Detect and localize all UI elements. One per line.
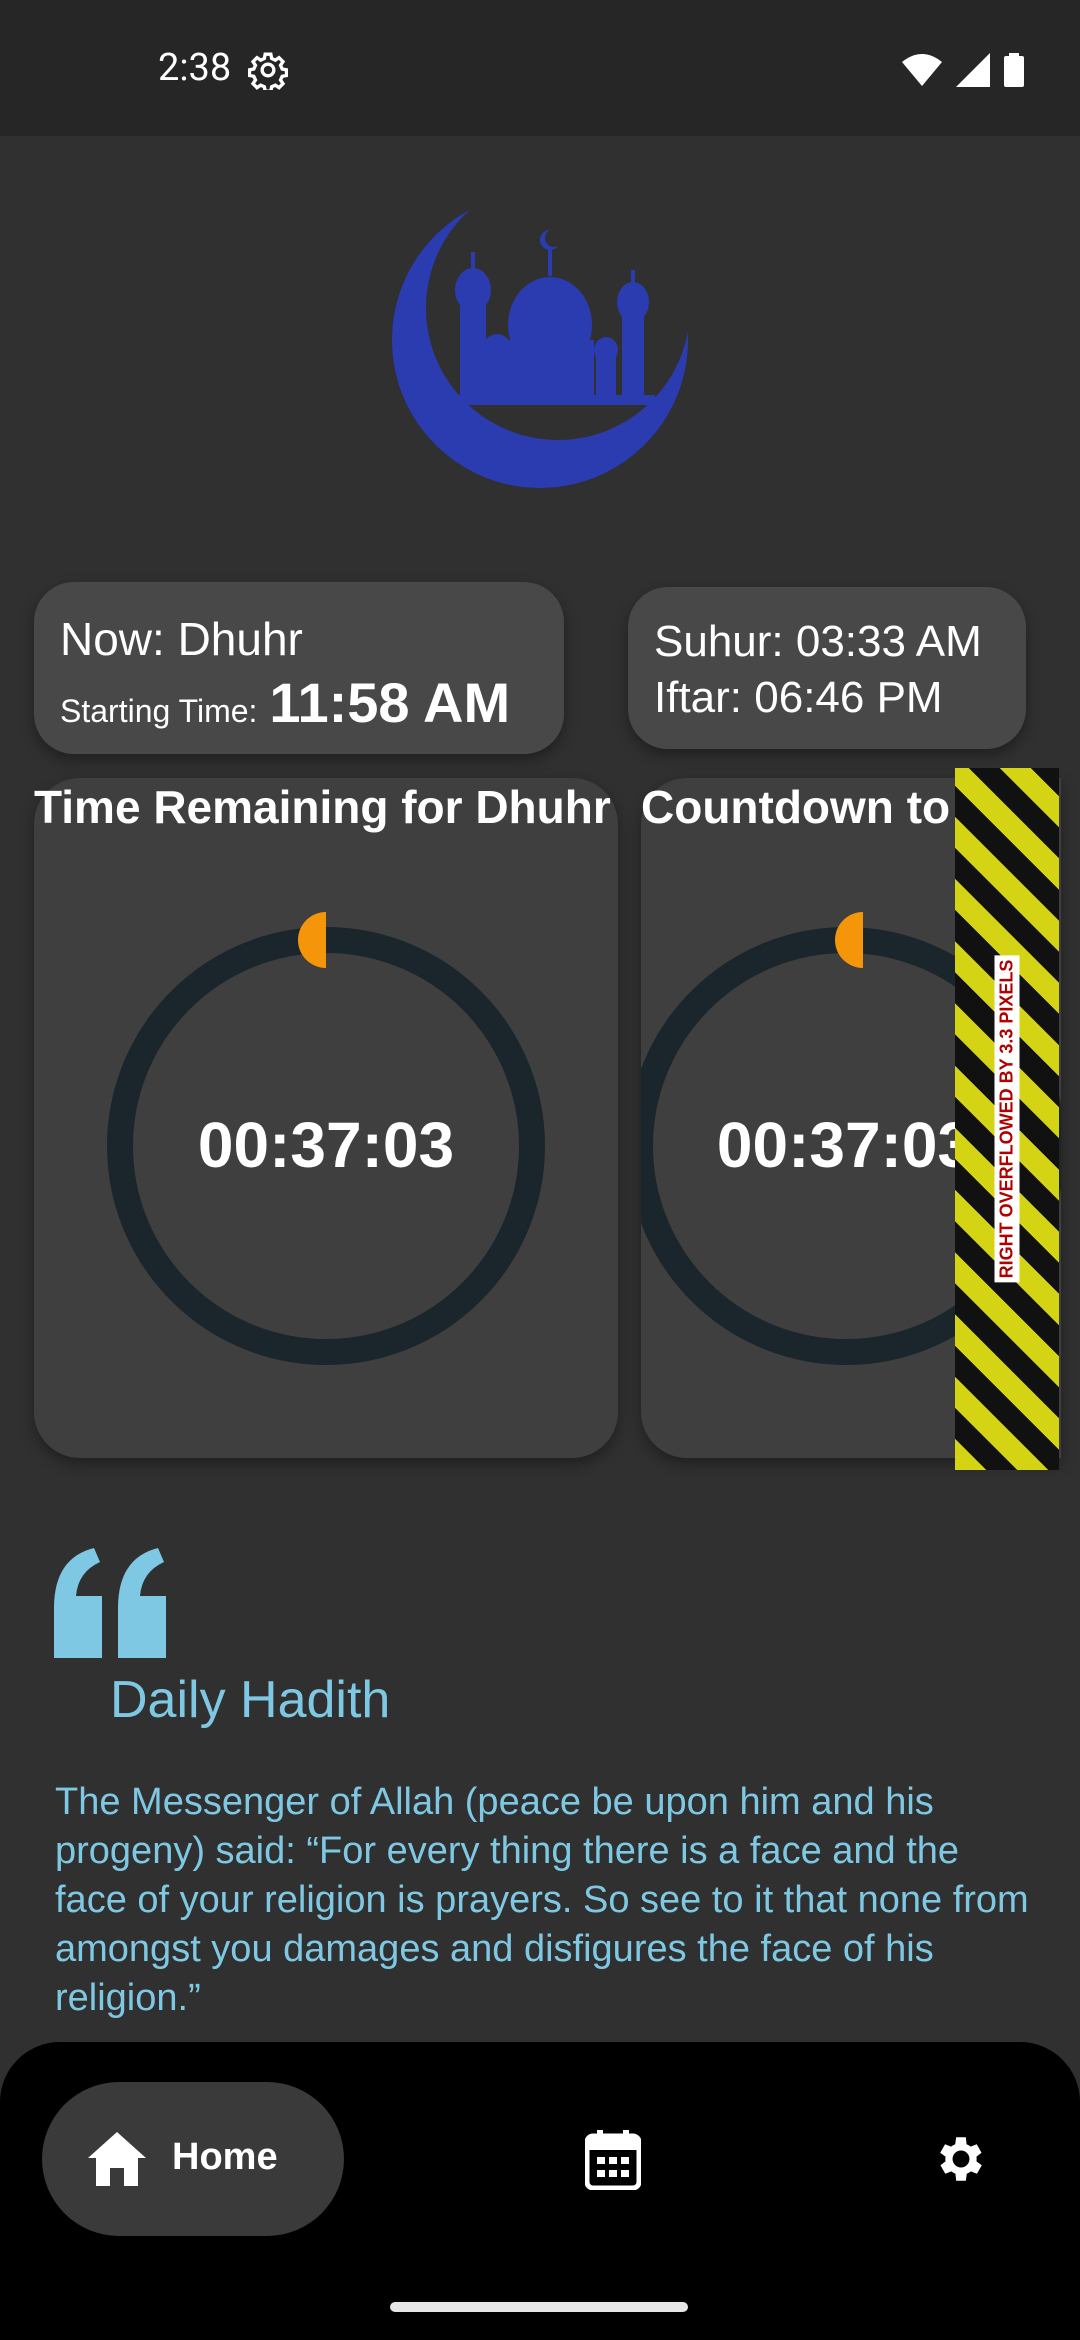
home-icon <box>88 2132 146 2186</box>
suhur-time: Suhur: 03:33 AM <box>654 617 982 666</box>
wifi-icon <box>902 54 942 86</box>
suhur-iftar-card: Suhur: 03:33 AM Iftar: 06:46 PM <box>628 587 1026 749</box>
hadith-title: Daily Hadith <box>110 1671 391 1729</box>
hadith-text: The Messenger of Allah (peace be upon hi… <box>55 1781 1029 2019</box>
settings-gear-icon <box>248 52 288 90</box>
current-prayer-label: Now: Dhuhr <box>60 613 303 665</box>
calendar-icon[interactable] <box>585 2130 641 2190</box>
bottom-navigation: Home <box>0 2042 1080 2340</box>
starting-time-row: Starting Time: 11:58 AM <box>60 670 510 735</box>
current-prayer-card: Now: Dhuhr Starting Time: 11:58 AM <box>34 582 564 754</box>
overflow-warning-strip: RIGHT OVERFLOWED BY 3.3 PIXELS <box>955 768 1059 1470</box>
starting-time-prefix: Starting Time: <box>60 693 258 729</box>
mosque-crescent-logo <box>392 192 688 488</box>
status-icons <box>902 52 1024 88</box>
nav-home-button[interactable]: Home <box>42 2082 344 2236</box>
status-time: 2:38 <box>158 46 232 90</box>
starting-time-value: 11:58 AM <box>269 671 511 734</box>
gesture-home-indicator[interactable] <box>390 2302 688 2312</box>
iftar-progress-marker <box>835 912 863 968</box>
settings-icon[interactable] <box>932 2130 990 2188</box>
dhuhr-countdown-card: 00:37:03 <box>34 778 618 1458</box>
dhuhr-progress-marker <box>298 912 326 968</box>
quote-icon <box>54 1548 166 1658</box>
overflow-warning-label: RIGHT OVERFLOWED BY 3.3 PIXELS <box>994 955 1020 1283</box>
dhuhr-countdown-value: 00:37:03 <box>197 1109 455 1181</box>
nav-home-label: Home <box>172 2136 278 2178</box>
iftar-time: Iftar: 06:46 PM <box>654 673 943 722</box>
dhuhr-countdown-title: Time Remaining for Dhuhr <box>34 781 611 833</box>
battery-icon <box>1004 53 1024 87</box>
status-bar: 2:38 <box>0 0 1080 136</box>
signal-icon <box>956 53 990 87</box>
